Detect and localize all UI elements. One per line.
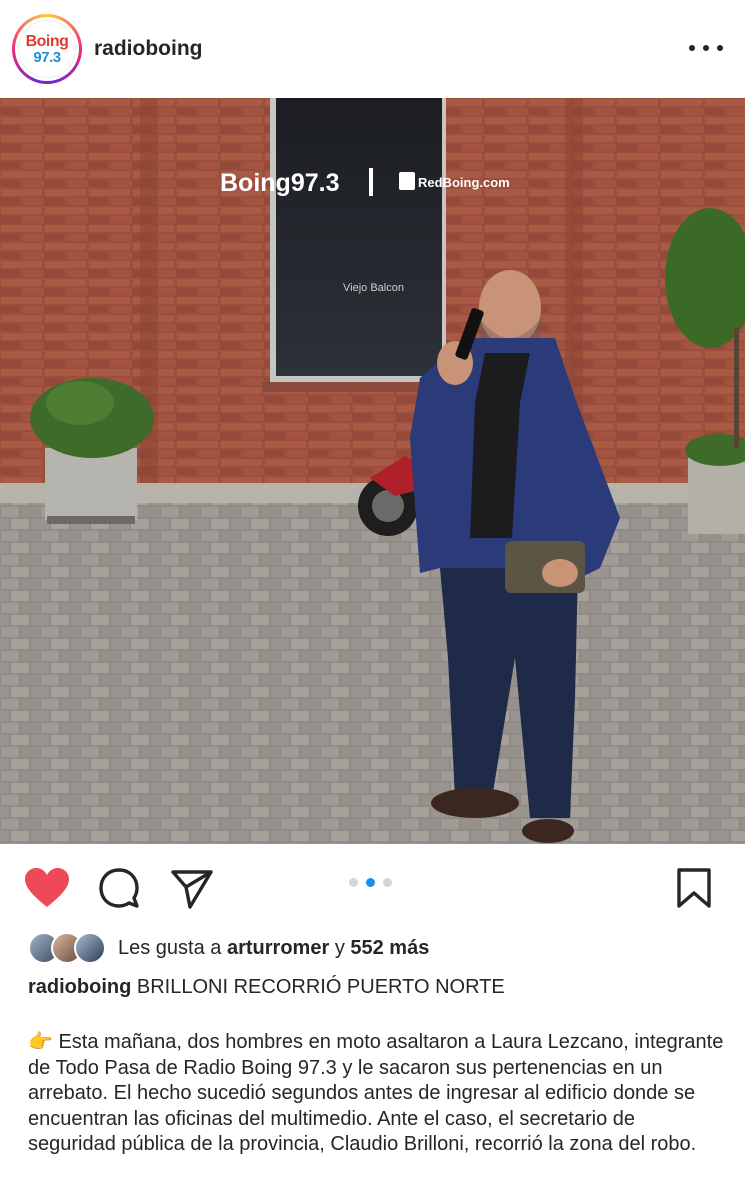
likes-connector: y [334, 936, 345, 959]
carousel-dot [383, 878, 392, 887]
more-options-icon[interactable] [689, 38, 723, 58]
likes-row[interactable]: Les gusta a arturromer y 552 más [28, 930, 429, 966]
avatar [74, 932, 106, 964]
logo-text-frequency: 97.3 [33, 48, 61, 66]
action-bar [0, 845, 745, 929]
carousel-indicator [349, 878, 392, 887]
carousel-dot-active [366, 878, 375, 887]
logo-text-boing: Boing [25, 32, 69, 50]
liker-avatars [28, 932, 106, 964]
likes-prefix: Les gusta a [118, 936, 222, 959]
caption-title: BRILLONI RECORRIÓ PUERTO NORTE [136, 976, 505, 998]
bookmark-icon[interactable] [674, 867, 720, 911]
likes-user[interactable]: arturromer [227, 937, 329, 960]
sign-partner-text: RedBoing.com [418, 175, 510, 190]
carousel-dot [349, 878, 358, 887]
sign-brand-text: Boing97.3 [220, 169, 339, 197]
caption-username[interactable]: radioboing [28, 976, 131, 998]
caption-body: 👉 Esta mañana, dos hombres en moto asalt… [28, 1030, 728, 1158]
heart-filled-icon[interactable] [24, 867, 70, 911]
profile-avatar[interactable]: Boing 97.3 [12, 14, 82, 84]
post-photo[interactable]: Viejo Balcon Boing97.3 RedBoing.com [0, 98, 745, 844]
comment-icon[interactable] [98, 867, 144, 911]
send-icon[interactable] [170, 867, 216, 911]
post-header: Boing 97.3 radioboing [0, 0, 745, 98]
caption-text: Esta mañana, dos hombres en moto asaltar… [28, 1031, 724, 1156]
likes-count[interactable]: 552 más [350, 937, 429, 960]
pointing-hand-emoji: 👉 [28, 1031, 53, 1053]
caption-title-line: radioboing BRILLONI RECORRIÓ PUERTO NORT… [28, 974, 505, 1000]
post-username[interactable]: radioboing [94, 37, 203, 61]
window-text: Viejo Balcon [343, 282, 404, 294]
boing-logo: Boing 97.3 [18, 20, 76, 78]
